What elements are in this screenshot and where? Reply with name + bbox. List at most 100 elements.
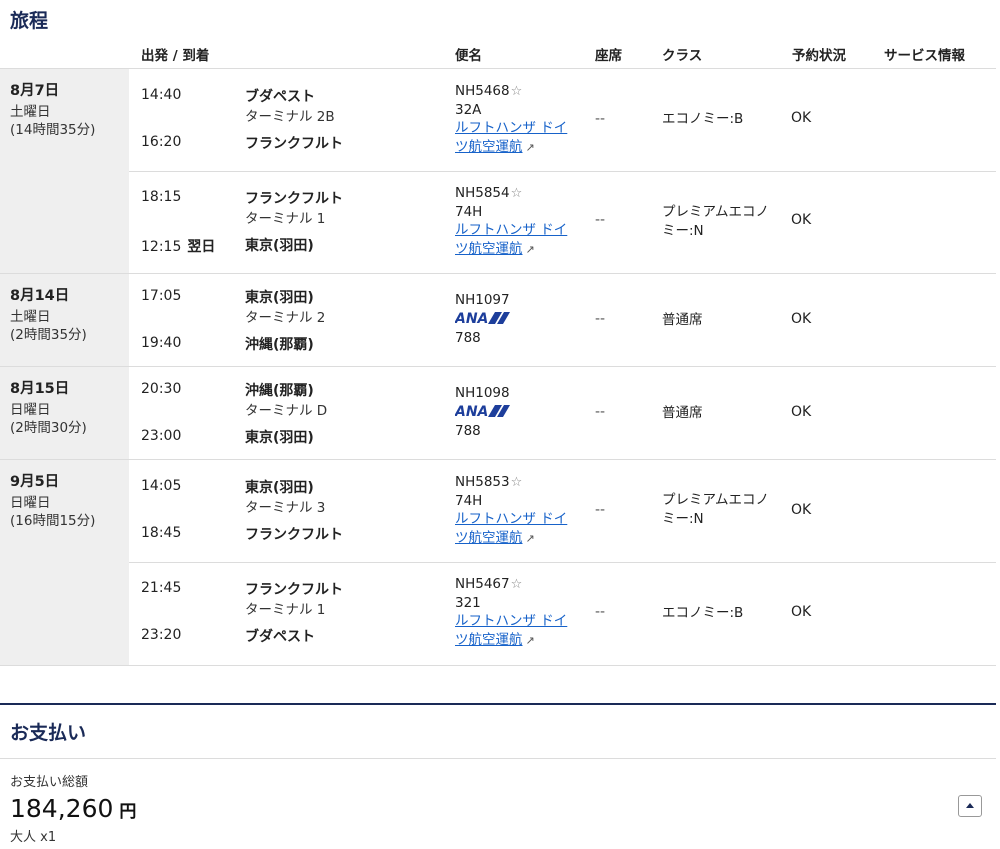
arrival-time: 23:00 [141,428,182,444]
flight-segment: 17:05 東京(羽田) ターミナル 2 19:40 沖縄(那覇) NH1097… [129,274,996,366]
seat-value: -- [595,212,606,228]
operator-line-1: ルフトハンザ ドイ [455,120,568,136]
operator-line-1: ルフトハンザ ドイ [455,222,568,238]
seat-value: -- [595,502,606,518]
flight-segment: 21:45 フランクフルト ターミナル 1 23:20 ブダペスト NH5467… [129,562,996,666]
departure-airport: 東京(羽田) [245,290,314,306]
operator-line-1: ルフトハンザ ドイ [455,613,568,629]
flight-number-text: NH5853 [455,474,510,490]
flight-segment: 20:30 沖縄(那覇) ターミナル D 23:00 東京(羽田) NH1098… [129,367,996,459]
payment-total: 184,260 円 [10,794,136,823]
operator-link[interactable]: ルフトハンザ ドイ ツ航空運航 ↗ [455,612,567,650]
external-link-icon: ↗ [525,634,535,647]
section-divider [0,703,996,705]
flight-number: NH5468☆ [455,83,522,99]
next-day-label: 翌日 [187,239,216,255]
operator-line-2: ツ航空運航 [455,530,523,546]
seat-or-aircraft: 321 [455,595,481,611]
seat-or-aircraft: 32A [455,102,482,118]
payment-currency: 円 [119,802,137,822]
departure-time: 17:05 [141,288,182,304]
date-cell: 8月14日 土曜日 (2時間35分) [0,274,129,366]
arrival-airport: 東京(羽田) [245,238,314,254]
star-outline-icon: ☆ [510,475,523,490]
ana-logo: ANA [454,403,511,423]
operator-line-2: ツ航空運航 [455,632,523,648]
flight-number-text: NH5854 [455,185,510,201]
star-outline-icon: ☆ [510,84,523,99]
star-outline-icon: ☆ [510,577,523,592]
operator-line-2: ツ航空運航 [455,139,523,155]
arrival-time: 12:15 翌日 [141,236,215,256]
aircraft-type: 788 [455,423,481,439]
flight-segment: 18:15 フランクフルト ターミナル 1 12:15 翌日 東京(羽田) NH5… [129,171,996,274]
itinerary-day-group: 8月14日 土曜日 (2時間35分) 17:05 東京(羽田) ターミナル 2 … [0,274,996,367]
payment-total-label: お支払い総額 [10,775,89,790]
header-flight: 便名 [455,48,482,64]
header-service: サービス情報 [884,48,965,64]
header-seat: 座席 [595,48,622,64]
external-link-icon: ↗ [525,243,535,256]
flight-number-text: NH5467 [455,576,510,592]
header-status: 予約状況 [792,48,846,64]
status-value: OK [791,604,812,620]
itinerary-day-group: 9月5日 日曜日 (16時間15分) 14:05 東京(羽田) ターミナル 3 … [0,460,996,666]
operator-link[interactable]: ルフトハンザ ドイ ツ航空運航 ↗ [455,510,567,548]
total-duration: (2時間30分) [10,420,87,436]
header-dep-arr: 出発 / 到着 [141,48,210,64]
departure-airport: ブダペスト [245,89,315,105]
day-of-week: 土曜日 [10,309,51,325]
arrival-time-text: 12:15 [141,239,182,255]
flight-number: NH5854☆ [455,185,522,201]
payment-amount: 184,260 [10,794,114,823]
class-value: エコノミー:B [662,605,744,621]
header-class: クラス [662,48,703,64]
day-of-week: 日曜日 [10,495,51,511]
departure-terminal: ターミナル 1 [245,602,326,618]
chevron-up-icon[interactable] [958,795,982,817]
date-label: 8月7日 [10,83,60,99]
arrival-airport: 沖縄(那覇) [245,337,314,353]
ana-logo-graphic: ANA [454,404,510,420]
date-label: 8月15日 [10,381,70,397]
seat-or-aircraft: 74H [455,493,483,509]
itinerary-title: 旅程 [10,10,49,32]
flight-segment: 14:40 ブダペスト ターミナル 2B 16:20 フランクフルト NH546… [129,69,996,171]
operator-line-1: ルフトハンザ ドイ [455,511,568,527]
departure-airport: フランクフルト [245,191,343,207]
ana-logo-text: ANA [455,404,488,419]
departure-terminal: ターミナル 2B [245,109,335,125]
arrival-airport: 東京(羽田) [245,430,314,446]
operator-link[interactable]: ルフトハンザ ドイ ツ航空運航 ↗ [455,119,567,157]
ana-logo-graphic: ANA [454,311,510,327]
payment-divider [0,758,996,759]
total-duration: (16時間15分) [10,513,96,529]
date-label: 8月14日 [10,288,70,304]
ana-logo-text: ANA [455,311,488,326]
operator-link[interactable]: ルフトハンザ ドイ ツ航空運航 ↗ [455,221,567,259]
arrival-time: 19:40 [141,335,182,351]
flight-number: NH5467☆ [455,576,522,592]
class-value: 普通席 [662,312,703,328]
itinerary-day-group: 8月7日 土曜日 (14時間35分) 14:40 ブダペスト ターミナル 2B … [0,69,996,274]
status-value: OK [791,110,812,126]
class-line-1: プレミアムエコノ [662,204,770,220]
date-cell: 8月7日 土曜日 (14時間35分) [0,69,129,273]
payment-title: お支払い [10,722,87,744]
departure-time: 18:15 [141,189,182,205]
date-label: 9月5日 [10,474,60,490]
departure-time: 21:45 [141,580,182,596]
arrival-time: 23:20 [141,627,182,643]
departure-terminal: ターミナル 3 [245,500,326,516]
seat-value: -- [595,311,606,327]
status-value: OK [791,502,812,518]
departure-time: 14:05 [141,478,182,494]
seat-or-aircraft: 74H [455,204,483,220]
itinerary-table-header: 出発 / 到着 便名 座席 クラス 予約状況 サービス情報 [0,42,996,69]
departure-terminal: ターミナル 2 [245,310,326,326]
day-of-week: 日曜日 [10,402,51,418]
operator-line-2: ツ航空運航 [455,241,523,257]
class-value: エコノミー:B [662,111,744,127]
date-cell: 9月5日 日曜日 (16時間15分) [0,460,129,665]
status-value: OK [791,212,812,228]
